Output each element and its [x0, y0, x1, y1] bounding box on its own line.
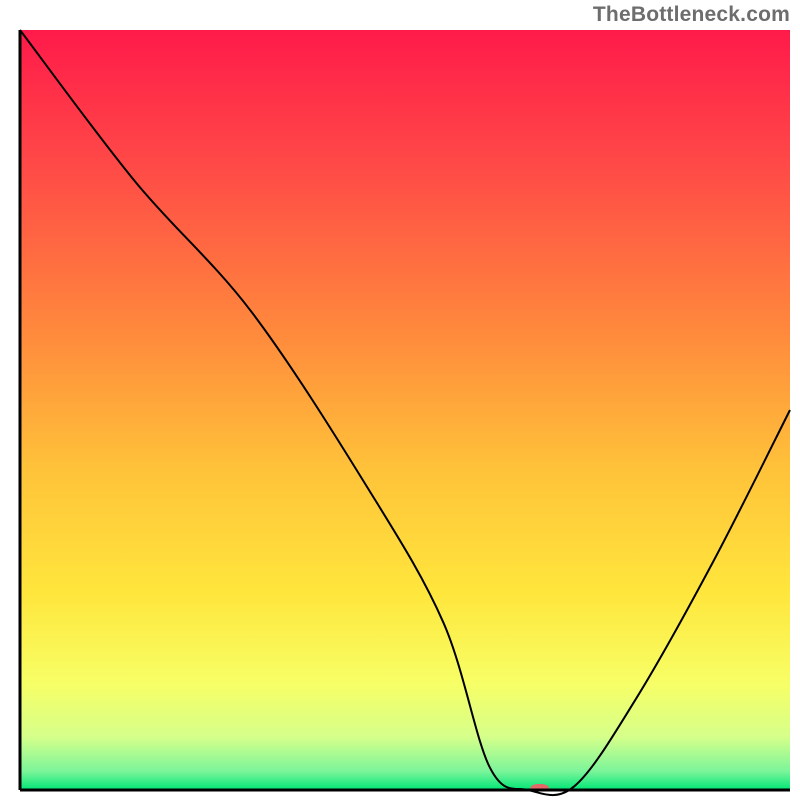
- chart-container: TheBottleneck.com: [0, 0, 800, 800]
- plot-background: [20, 30, 790, 790]
- watermark-text: TheBottleneck.com: [593, 3, 790, 27]
- bottleneck-chart: [0, 0, 800, 800]
